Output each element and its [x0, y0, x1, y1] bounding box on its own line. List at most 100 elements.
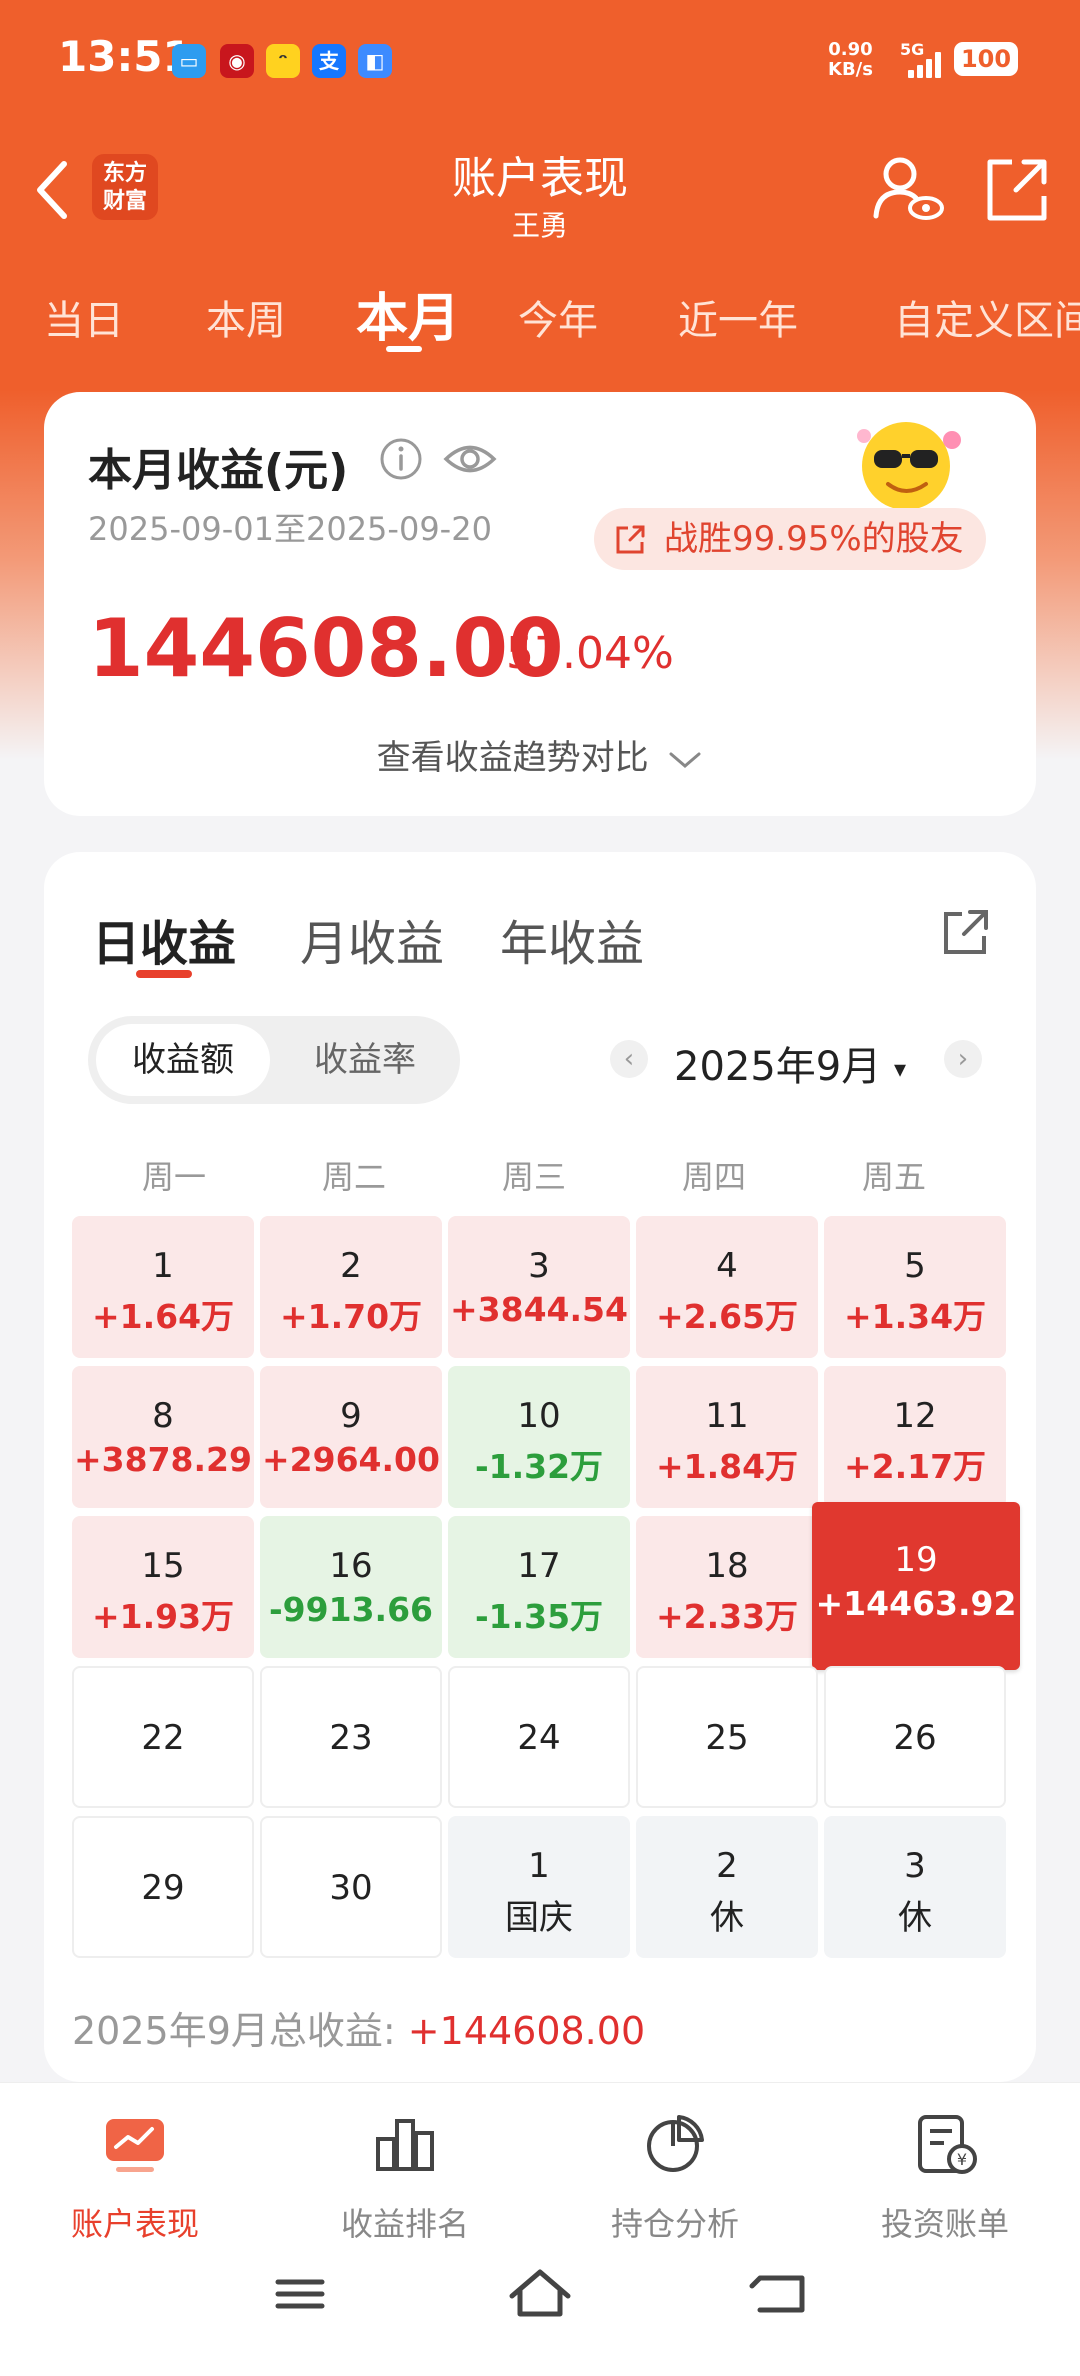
tab-this-year[interactable]: 今年: [518, 288, 598, 346]
month-total: 2025年9月总收益: +144608.00: [72, 2000, 645, 2055]
rank-badge[interactable]: 战胜99.95%的股友: [594, 508, 986, 570]
bar-chart-icon: [376, 2119, 434, 2171]
bottom-nav: 账户表现 收益排名 持仓分析 ¥ 投资账单: [0, 2082, 1080, 2376]
calendar-day-cell[interactable]: 1 国庆: [448, 1816, 630, 1958]
calendar-day-number: 30: [329, 1868, 373, 1908]
calendar-day-value: -1.35万: [474, 1597, 604, 1636]
tab-custom-range[interactable]: 自定义区间: [894, 288, 1080, 346]
calendar-day-value: +2.33万: [655, 1597, 799, 1636]
toggle-amount[interactable]: 收益额: [96, 1024, 270, 1096]
calendar-day-cell[interactable]: 3 +3844.54: [448, 1216, 630, 1358]
toggle-rate[interactable]: 收益率: [278, 1024, 452, 1096]
calendar-day-cell[interactable]: 2休: [636, 1816, 818, 1958]
bank-app-icon: ◉: [220, 44, 254, 78]
chevron-down-icon: [669, 752, 701, 768]
calendar-day-cell[interactable]: 29: [72, 1816, 254, 1958]
calendar-day-cell[interactable]: 1 +1.64万: [72, 1216, 254, 1358]
export-icon[interactable]: [938, 904, 994, 960]
month-selector[interactable]: 2025年9月 ▾: [674, 1034, 906, 1092]
calendar-day-cell[interactable]: 18 +2.33万: [636, 1516, 818, 1658]
weekday-thu: 周四: [681, 1158, 746, 1196]
calendar-day-number: 19: [894, 1540, 938, 1580]
calendar-day-value: +2.65万: [655, 1297, 799, 1336]
tab-today[interactable]: 当日: [44, 288, 124, 346]
calendar-day-cell[interactable]: 10 -1.32万: [448, 1366, 630, 1508]
tab-last-year[interactable]: 近一年: [678, 288, 798, 346]
weekday-wed: 周三: [501, 1158, 566, 1196]
summary-title: 本月收益(元): [88, 445, 349, 496]
month-total-value: +144608.00: [407, 2009, 646, 2053]
calendar-day-value: +3844.54: [450, 1290, 628, 1329]
tab-monthly-income[interactable]: 月收益: [300, 904, 444, 974]
menu-icon[interactable]: [260, 2264, 340, 2324]
calendar-day-value: +1.70万: [279, 1297, 423, 1336]
calendar-day-number: 4: [716, 1246, 738, 1286]
system-back-icon[interactable]: [740, 2264, 820, 2324]
alipay-app-icon: 支: [312, 44, 346, 78]
calendar-day-number: 3: [528, 1246, 550, 1286]
calendar-day-cell[interactable]: 19 +14463.92: [812, 1502, 1020, 1670]
calendar-day-cell[interactable]: 26: [824, 1666, 1006, 1808]
nav-position-analysis[interactable]: 持仓分析: [540, 2109, 810, 2245]
svg-text:¥: ¥: [957, 2150, 967, 2169]
calendar-day-cell[interactable]: 30: [260, 1816, 442, 1958]
nav-income-ranking[interactable]: 收益排名: [270, 2109, 540, 2245]
calendar-day-cell[interactable]: 8 +3878.29: [72, 1366, 254, 1508]
calendar-day-value: 休: [710, 1898, 744, 1938]
share-small-icon: [616, 525, 645, 554]
tab-yearly-income[interactable]: 年收益: [500, 904, 644, 974]
nav-label: 账户表现: [70, 2205, 199, 2243]
calendar-day-cell[interactable]: 22: [72, 1666, 254, 1808]
share-icon[interactable]: [976, 150, 1056, 230]
eye-icon[interactable]: [442, 436, 498, 482]
month-label: 2025年9月: [674, 1044, 882, 1090]
prev-month-button[interactable]: ‹: [610, 1040, 648, 1078]
calendar-day-number: 11: [705, 1396, 749, 1436]
calendar-day-cell[interactable]: 23: [260, 1666, 442, 1808]
tab-this-month[interactable]: 本月: [356, 276, 460, 351]
calendar-day-number: 15: [141, 1546, 185, 1586]
calendar-day-cell[interactable]: 15 +1.93万: [72, 1516, 254, 1658]
calendar-day-number: 25: [705, 1718, 749, 1758]
bunny-app-icon: ᵔ: [266, 44, 300, 78]
calendar-day-cell[interactable]: 25: [636, 1666, 818, 1808]
calendar-day-cell[interactable]: 16 -9913.66: [260, 1516, 442, 1658]
summary-card: 本月收益(元) 2025-09-01至2025-09-20 战胜99.95%的股…: [44, 392, 1036, 816]
calendar-day-cell[interactable]: 5 +1.34万: [824, 1216, 1006, 1358]
calendar-day-cell[interactable]: 3休: [824, 1816, 1006, 1958]
calendar-day-cell[interactable]: 11 +1.84万: [636, 1366, 818, 1508]
date-range: 2025-09-01至2025-09-20: [88, 510, 492, 548]
status-bar: 13:51 ▭ ◉ ᵔ 支 ◧ 0.90 KB/s 5G 100: [0, 0, 1080, 120]
calendar-day-cell[interactable]: 9 +2964.00: [260, 1366, 442, 1508]
tab-daily-income[interactable]: 日收益: [92, 904, 236, 974]
nav-account-performance[interactable]: 账户表现: [0, 2109, 270, 2245]
calendar-day-value: -9913.66: [268, 1590, 433, 1629]
calendar-day-value: +1.64万: [91, 1297, 235, 1336]
pie-chart-icon: [647, 2115, 704, 2172]
info-icon[interactable]: [378, 436, 424, 482]
calendar-day-number: 2: [340, 1246, 362, 1286]
calendar-day-cell[interactable]: 2 +1.70万: [260, 1216, 442, 1358]
calendar-day-cell[interactable]: 12 +2.17万: [824, 1366, 1006, 1508]
nav-investment-bill[interactable]: ¥ 投资账单: [810, 2109, 1080, 2245]
calendar-day-value: +1.93万: [91, 1597, 235, 1636]
calendar-day-value: 国庆: [505, 1898, 573, 1938]
network-speed-value: 0.90: [828, 39, 873, 60]
next-month-button[interactable]: ›: [944, 1040, 982, 1078]
chart-monitor-icon: [106, 2119, 164, 2172]
calendar-day-number: 26: [893, 1718, 937, 1758]
calendar-day-number: 3: [904, 1846, 926, 1886]
battery-icon: 100: [954, 42, 1018, 76]
nav-label: 投资账单: [880, 2205, 1009, 2243]
home-icon[interactable]: [500, 2264, 580, 2324]
calendar-day-cell[interactable]: 24: [448, 1666, 630, 1808]
tab-this-week[interactable]: 本周: [206, 288, 286, 346]
calendar-day-cell[interactable]: 4 +2.65万: [636, 1216, 818, 1358]
calendar-day-value: +1.34万: [843, 1297, 987, 1336]
calendar-day-cell[interactable]: 17 -1.35万: [448, 1516, 630, 1658]
metric-toggle: 收益额 收益率: [88, 1016, 460, 1104]
network-speed-unit: KB/s: [828, 59, 873, 80]
trend-compare-link[interactable]: 查看收益趋势对比: [44, 730, 1036, 779]
income-tab-indicator: [136, 970, 192, 978]
user-view-icon[interactable]: [868, 150, 948, 230]
